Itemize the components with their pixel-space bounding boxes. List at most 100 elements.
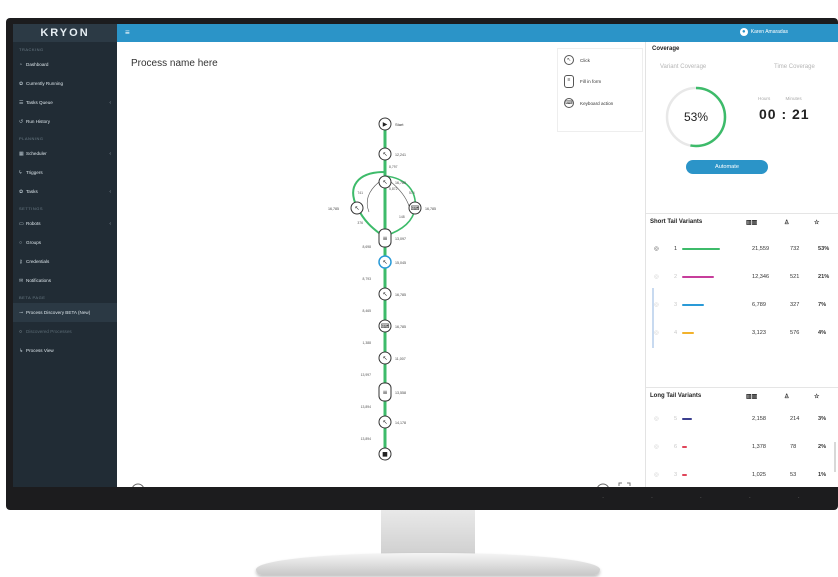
- user-name: Karen Amaradas: [750, 29, 788, 35]
- star-icon[interactable]: ☆: [814, 219, 819, 226]
- scrollbar[interactable]: [834, 442, 836, 472]
- sidebar-item-label: Triggers: [26, 170, 43, 175]
- time-coverage-value: 00 : 21: [759, 106, 810, 122]
- sidebar-item-process-view[interactable]: ↳ Process View: [13, 341, 117, 360]
- variant-row[interactable]: ◎ 3 1,025 53 1%: [646, 462, 838, 487]
- edge-count-label: 148: [399, 215, 405, 219]
- variant-color-bar: [682, 304, 704, 306]
- eye-icon[interactable]: ◎: [654, 444, 659, 450]
- monitor-frame: KRYON TRACKING ◔ Dashboard ✿ Currently Runni…: [6, 18, 838, 510]
- form-icon: ≡: [564, 75, 574, 88]
- variant-percent: 1%: [818, 472, 827, 478]
- edge-count-label: 13,894: [361, 405, 371, 409]
- variant-index: 5: [674, 416, 678, 422]
- time-coverage-tab[interactable]: Time Coverage: [774, 64, 815, 70]
- automate-button[interactable]: Automate: [686, 160, 768, 174]
- sidebar-section-title: TRACKING: [19, 47, 44, 52]
- sidebar-section-title: SETTINGS: [19, 206, 44, 211]
- sidebar-item-discovered-processes[interactable]: ○ Discovered Processes: [13, 322, 117, 341]
- barcode-icon[interactable]: ▥▥: [746, 393, 757, 400]
- short-tail-header: Short Tail Variants ▥▥ ♙ ☆: [646, 216, 838, 230]
- node-count-label: 11,007: [395, 357, 406, 361]
- menu-icon[interactable]: ≡: [125, 28, 130, 37]
- eye-icon[interactable]: ◎: [654, 416, 659, 422]
- variant-users: 732: [790, 246, 800, 252]
- sidebar-item-label: Process Discovery BETA (New): [26, 310, 91, 315]
- user-icon[interactable]: ♙: [784, 219, 789, 226]
- variant-users: 327: [790, 302, 800, 308]
- sidebar-item-label: Tasks Queue: [26, 100, 53, 105]
- barcode-icon[interactable]: ▥▥: [746, 219, 757, 226]
- node-count-label: 13,097: [395, 237, 406, 241]
- variant-percent: 4%: [818, 330, 827, 336]
- variant-row[interactable]: ◎ 4 3,123 576 4%: [646, 320, 838, 346]
- sidebar-item-credentials[interactable]: ⚷ Credentials: [13, 252, 117, 271]
- stop-icon: ■: [382, 451, 388, 458]
- zoom-in-icon[interactable]: [597, 483, 609, 487]
- variant-row[interactable]: ◎ 6 1,378 78 2%: [646, 434, 838, 460]
- sidebar-item-triggers[interactable]: ϟ Triggers: [13, 163, 117, 182]
- user-menu[interactable]: ● Karen Amaradas: [739, 28, 788, 36]
- variant-percent: 3%: [818, 416, 827, 422]
- form-icon: ≡: [382, 389, 387, 396]
- sidebar-item-robots[interactable]: ▭ Robots ‹: [13, 214, 117, 233]
- monitor-base: [256, 553, 600, 575]
- sidebar-item-label: Process View: [26, 348, 54, 353]
- variant-row[interactable]: ◎ 1 21,559 732 53%: [646, 236, 838, 262]
- history-icon: ↺: [19, 118, 24, 125]
- top-bar: ≡ ● Karen Amaradas: [117, 24, 838, 42]
- sidebar-item-dashboard[interactable]: ◔ Dashboard: [13, 55, 117, 74]
- eye-icon[interactable]: ◎: [654, 472, 659, 478]
- variant-row[interactable]: ◎ 5 2,158 214 3%: [646, 406, 838, 432]
- divider: [646, 213, 838, 214]
- sidebar-item-scheduler[interactable]: ▦ Scheduler ‹: [13, 144, 117, 163]
- legend-label: Fill in form: [580, 79, 602, 84]
- user-icon[interactable]: ♙: [784, 393, 789, 400]
- variant-coverage-tab[interactable]: Variant Coverage: [660, 64, 706, 70]
- sidebar-item-notifications[interactable]: ✉ Notifications: [13, 271, 117, 290]
- zoom-out-icon[interactable]: [132, 483, 144, 487]
- click-icon: ↖: [382, 151, 387, 158]
- action-legend: ↖ Click ≡ Fill in form ⌨ Keyboard action: [557, 48, 643, 132]
- edge-count-label: 8,793: [363, 277, 372, 281]
- long-tail-title: Long Tail Variants: [650, 393, 702, 399]
- time-units: Hours Minutes: [758, 96, 802, 101]
- eye-icon[interactable]: ◎: [654, 302, 659, 308]
- variant-color-bar: [682, 276, 714, 278]
- eye-icon[interactable]: ◎: [654, 330, 659, 336]
- monitor-icon: ▭: [19, 220, 24, 227]
- short-tail-title: Short Tail Variants: [650, 219, 703, 225]
- node-count-label: 13,558: [395, 391, 406, 395]
- variant-row[interactable]: ◎ 3 6,789 327 7%: [646, 292, 838, 318]
- variant-users: 53: [790, 472, 797, 478]
- gear-icon: ✿: [19, 80, 24, 87]
- edge-count-label: 13,894: [361, 437, 371, 441]
- scrollbar[interactable]: [652, 288, 654, 348]
- variant-value: 2,158: [752, 416, 766, 422]
- fullscreen-icon[interactable]: [618, 482, 631, 487]
- variant-percent: 2%: [818, 444, 827, 450]
- sidebar-section-title: PLANNING: [19, 136, 44, 141]
- flow-branch-edge: [390, 181, 410, 207]
- sidebar-item-tasks-queue[interactable]: ☰ Tasks Queue ‹: [13, 93, 117, 112]
- variant-index: 3: [674, 472, 678, 478]
- variant-percent: 21%: [818, 274, 830, 280]
- node-count-label: 16,785: [425, 207, 436, 211]
- process-canvas[interactable]: Process name here ▶ Start ↖ 12,241 ↖ 16,785 ↖ ⌨…: [117, 42, 645, 487]
- sidebar-item-process-discovery-beta-new[interactable]: ⊸ Process Discovery BETA (New): [13, 303, 117, 322]
- sidebar-item-label: Groups: [26, 240, 42, 245]
- eye-icon[interactable]: ◎: [654, 274, 659, 280]
- sidebar-item-groups[interactable]: ○ Groups: [13, 233, 117, 252]
- variant-users: 78: [790, 444, 797, 450]
- edge-count-label: 8,465: [363, 309, 372, 313]
- sidebar-item-tasks[interactable]: ✿ Tasks ‹: [13, 182, 117, 201]
- variant-color-bar: [682, 248, 720, 250]
- coverage-title: Coverage: [652, 46, 680, 52]
- sidebar-item-run-history[interactable]: ↺ Run History: [13, 112, 117, 131]
- calendar-icon: ▦: [19, 150, 24, 157]
- star-icon[interactable]: ☆: [814, 393, 819, 400]
- variant-row[interactable]: ◎ 2 12,346 521 21%: [646, 264, 838, 290]
- monitor-indicator-dots: · · · · ·: [601, 493, 822, 502]
- eye-icon[interactable]: ◎: [654, 246, 659, 252]
- sidebar-item-currently-running[interactable]: ✿ Currently Running: [13, 74, 117, 93]
